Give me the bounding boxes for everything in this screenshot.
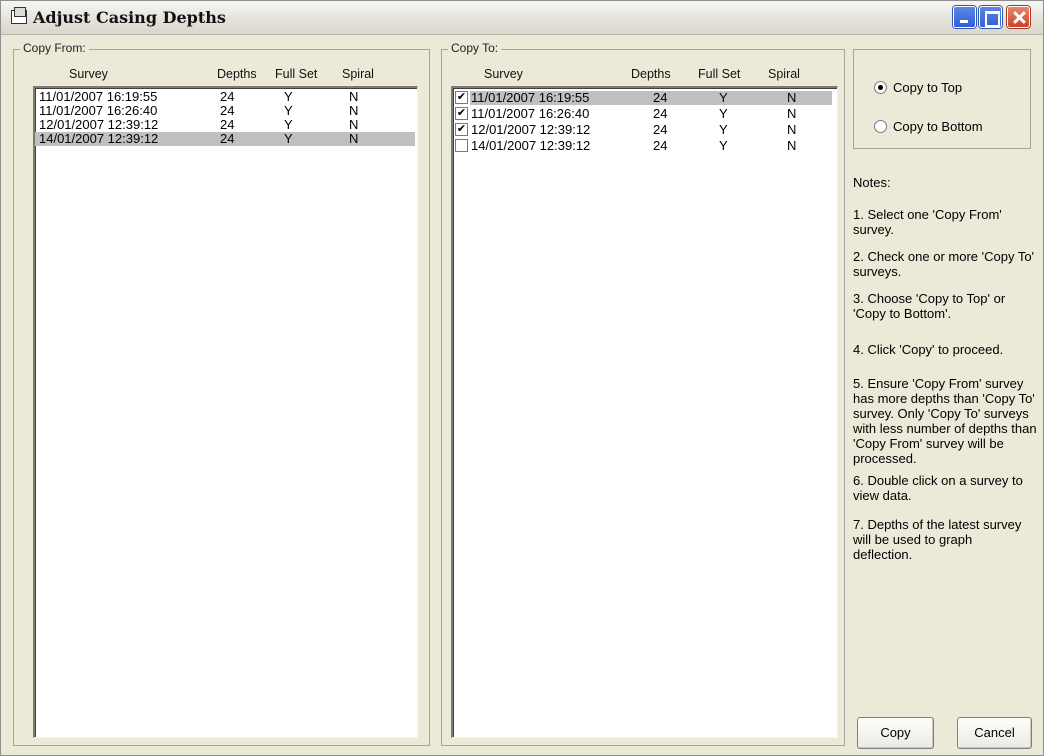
copy-to-group: Copy To: Survey Depths Full Set Spiral ✔… — [441, 41, 845, 746]
survey-row[interactable]: 12/01/2007 12:39:12 24 Y N — [470, 123, 832, 137]
spiral-cell: N — [349, 117, 359, 132]
full-set-cell: Y — [284, 117, 293, 132]
full-set-cell: Y — [284, 89, 293, 104]
survey-cell: 14/01/2007 12:39:12 — [39, 131, 159, 146]
column-header-spiral: Spiral — [342, 67, 374, 81]
survey-cell: 12/01/2007 12:39:12 — [39, 117, 159, 132]
survey-checkbox[interactable]: ✔ — [455, 91, 468, 104]
depths-cell: 24 — [653, 138, 668, 153]
note-item: 6. Double click on a survey to view data… — [853, 473, 1023, 503]
full-set-cell: Y — [719, 106, 728, 121]
depths-cell: 24 — [653, 90, 668, 105]
column-header-depths: Depths — [631, 67, 671, 81]
copy-to-top-radio[interactable] — [874, 81, 887, 94]
survey-cell: 14/01/2007 12:39:12 — [471, 138, 591, 153]
copy-from-label: Copy From: — [20, 41, 89, 55]
survey-cell: 12/01/2007 12:39:12 — [471, 122, 591, 137]
spiral-cell: N — [349, 131, 359, 146]
depths-cell: 24 — [653, 106, 668, 121]
adjust-casing-depths-dialog: Adjust Casing Depths Copy From: Survey D… — [0, 0, 1044, 756]
depths-cell: 24 — [220, 131, 235, 146]
title-bar[interactable]: Adjust Casing Depths — [1, 1, 1043, 35]
close-button[interactable] — [1007, 6, 1030, 28]
copy-button[interactable]: Copy — [857, 717, 934, 749]
column-header-depths: Depths — [217, 67, 257, 81]
column-header-spiral: Spiral — [768, 67, 800, 81]
copy-to-list[interactable]: ✔ 11/01/2007 16:19:55 24 Y N ✔ 11/01/2007 16:2… — [451, 86, 838, 738]
copy-to-label: Copy To: — [448, 41, 502, 55]
survey-row[interactable]: 11/01/2007 16:26:40 24 Y N — [470, 107, 832, 121]
survey-cell: 11/01/2007 16:19:55 — [39, 89, 158, 104]
survey-cell: 11/01/2007 16:26:40 — [39, 103, 158, 118]
note-item: 3. Choose 'Copy to Top' or 'Copy to Bott… — [853, 291, 1006, 321]
depths-cell: 24 — [220, 103, 235, 118]
full-set-cell: Y — [284, 103, 293, 118]
survey-row[interactable]: 12/01/2007 12:39:12 24 Y N — [35, 118, 415, 132]
depths-cell: 24 — [653, 122, 668, 137]
full-set-cell: Y — [284, 131, 293, 146]
note-item: 5. Ensure 'Copy From' survey has more de… — [853, 376, 1037, 466]
minimize-button[interactable] — [953, 6, 976, 28]
cancel-button[interactable]: Cancel — [957, 717, 1032, 749]
survey-checkbox[interactable] — [455, 139, 468, 152]
copy-position-group: Copy to Top Copy to Bottom — [853, 49, 1031, 149]
spiral-cell: N — [349, 103, 359, 118]
spiral-cell: N — [787, 122, 797, 137]
depths-cell: 24 — [220, 89, 235, 104]
full-set-cell: Y — [719, 90, 728, 105]
window-title: Adjust Casing Depths — [33, 8, 226, 27]
note-item: 1. Select one 'Copy From' survey. — [853, 207, 1002, 237]
spiral-cell: N — [787, 90, 797, 105]
survey-row[interactable]: 11/01/2007 16:26:40 24 Y N — [35, 104, 415, 118]
full-set-cell: Y — [719, 122, 728, 137]
survey-row[interactable]: 11/01/2007 16:19:55 24 Y N — [35, 90, 415, 104]
copy-from-list[interactable]: 11/01/2007 16:19:55 24 Y N 11/01/2007 16:26:… — [33, 86, 418, 738]
column-header-survey: Survey — [69, 67, 108, 81]
copy-to-bottom-label[interactable]: Copy to Bottom — [893, 119, 983, 134]
spiral-cell: N — [787, 106, 797, 121]
copy-from-group: Copy From: Survey Depths Full Set Spiral… — [13, 41, 430, 746]
note-item: 7. Depths of the latest survey will be u… — [853, 517, 1022, 562]
note-item: 4. Click 'Copy' to proceed. — [853, 342, 1004, 357]
maximize-button[interactable] — [979, 6, 1002, 28]
depths-cell: 24 — [220, 117, 235, 132]
full-set-cell: Y — [719, 138, 728, 153]
copy-to-bottom-radio[interactable] — [874, 120, 887, 133]
survey-cell: 11/01/2007 16:19:55 — [471, 90, 590, 105]
window-icon — [11, 7, 27, 24]
survey-row[interactable]: 14/01/2007 12:39:12 24 Y N — [35, 132, 415, 146]
survey-checkbox[interactable]: ✔ — [455, 123, 468, 136]
survey-row[interactable]: 11/01/2007 16:19:55 24 Y N — [470, 91, 832, 105]
spiral-cell: N — [787, 138, 797, 153]
column-header-full-set: Full Set — [275, 67, 318, 81]
spiral-cell: N — [349, 89, 359, 104]
note-item: 2. Check one or more 'Copy To' surveys. — [853, 249, 1035, 279]
copy-to-top-label[interactable]: Copy to Top — [893, 80, 962, 95]
column-header-survey: Survey — [484, 67, 523, 81]
survey-checkbox[interactable]: ✔ — [455, 107, 468, 120]
survey-row[interactable]: 14/01/2007 12:39:12 24 Y N — [470, 139, 832, 153]
column-header-full-set: Full Set — [698, 67, 741, 81]
notes-title: Notes: — [853, 175, 891, 190]
survey-cell: 11/01/2007 16:26:40 — [471, 106, 590, 121]
